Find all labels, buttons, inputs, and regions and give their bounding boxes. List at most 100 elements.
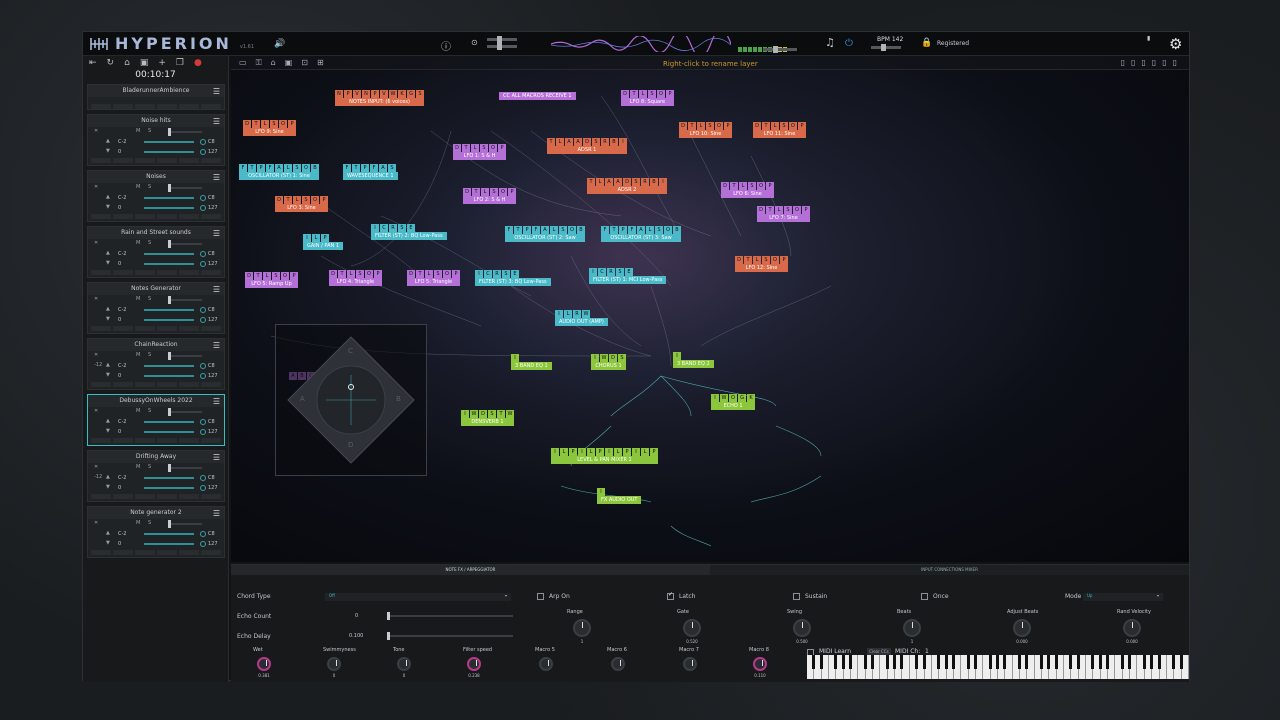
piano-key[interactable] <box>1115 655 1125 679</box>
module-pin[interactable]: R <box>601 138 609 146</box>
module-label[interactable]: GAIN / PAN 1 <box>303 242 343 250</box>
piano-key[interactable] <box>1071 655 1081 679</box>
piano-key[interactable] <box>991 655 1000 679</box>
note-low[interactable]: C-2 <box>118 251 126 257</box>
layer-btn[interactable] <box>91 158 111 163</box>
module-pin[interactable]: I <box>475 270 483 278</box>
module-pin[interactable]: P <box>257 164 265 172</box>
note-range-slider[interactable] <box>144 421 194 423</box>
module-pin[interactable]: P <box>320 196 328 204</box>
module-pin[interactable]: P <box>766 182 774 190</box>
module-pin[interactable]: L <box>347 270 355 278</box>
module-pin[interactable]: F <box>628 226 636 234</box>
layer-btn[interactable] <box>201 438 221 443</box>
module-pin[interactable]: L <box>697 122 705 130</box>
layer-btn[interactable] <box>157 158 177 163</box>
mute-icon[interactable]: M <box>136 352 140 358</box>
module-pin[interactable]: G <box>407 90 415 98</box>
patch-canvas[interactable]: ▭ ⚿ ⌂ ▣ ⊡ ⊞ Right-click to rename layer … <box>231 56 1189 562</box>
vel-high[interactable]: 127 <box>208 485 218 491</box>
piano-key[interactable] <box>1020 655 1029 679</box>
note-knob[interactable] <box>200 475 206 481</box>
velocity-knob[interactable] <box>200 485 206 491</box>
velocity-range-slider[interactable] <box>144 375 194 377</box>
module-pin[interactable]: A <box>614 178 622 186</box>
module-label[interactable]: OSCILLATOR (ST) 1: Sine <box>239 172 319 180</box>
note-range-slider[interactable] <box>144 365 194 367</box>
layer-name[interactable]: Noise hits <box>88 115 224 127</box>
layer-btn[interactable] <box>179 158 199 163</box>
close-icon[interactable]: ✕ <box>94 128 98 134</box>
layer-name[interactable]: BladerunnerAmbience <box>88 85 224 97</box>
velocity-knob[interactable] <box>200 541 206 547</box>
piano-key[interactable] <box>998 655 1007 679</box>
layer-name[interactable]: Drifting Away <box>88 451 224 463</box>
close-icon[interactable]: ✕ <box>94 520 98 526</box>
note-knob[interactable] <box>200 251 206 257</box>
module-pin[interactable]: O <box>757 182 765 190</box>
module-pin[interactable]: O <box>279 120 287 128</box>
layer-card[interactable]: BladerunnerAmbience ☰ <box>87 84 225 110</box>
module-pin[interactable]: D <box>735 256 743 264</box>
gear-icon[interactable]: ⚙ <box>1169 35 1182 53</box>
module-pin[interactable]: P <box>724 122 732 130</box>
module-pin[interactable]: R <box>573 310 581 318</box>
module-pin[interactable]: P <box>619 226 627 234</box>
module-node[interactable]: DTLSOP LFO 1: S & H <box>453 144 506 160</box>
layer-btn[interactable] <box>91 270 111 275</box>
module-pin[interactable]: C <box>484 270 492 278</box>
module-pin[interactable]: A <box>379 164 387 172</box>
module-node[interactable]: DTLSOP LFO 9: Sine <box>243 120 296 136</box>
layer-transpose[interactable]: -12 <box>94 474 102 480</box>
layer-volume-slider[interactable] <box>168 352 202 360</box>
layer-btn[interactable] <box>113 494 133 499</box>
module-pin[interactable]: S <box>784 206 792 214</box>
layer-btn[interactable] <box>135 438 155 443</box>
bpm-slider[interactable] <box>871 44 901 51</box>
menu-icon[interactable]: ☰ <box>213 453 220 462</box>
module-pin[interactable]: D <box>275 196 283 204</box>
layer-btn[interactable] <box>201 158 221 163</box>
duplicate-icon[interactable]: ❐ <box>176 58 184 68</box>
layer-card[interactable]: Noises ☰ ✕ M S ▲ C-2 C8 ▼ 0 127 <box>87 170 225 222</box>
module-pin[interactable]: D <box>407 270 415 278</box>
piano-key[interactable] <box>1013 655 1022 679</box>
module-pin[interactable]: D <box>757 206 765 214</box>
layer-btn[interactable] <box>179 270 199 275</box>
module-pin[interactable]: R <box>389 224 397 232</box>
layer-btn[interactable] <box>201 214 221 219</box>
module-pin[interactable]: O <box>499 188 507 196</box>
layer-btn[interactable] <box>201 382 221 387</box>
piano-key[interactable] <box>1101 655 1110 679</box>
module-pin[interactable]: P <box>508 188 516 196</box>
piano-key[interactable] <box>1182 655 1189 679</box>
module-pin[interactable]: P <box>780 256 788 264</box>
module-label[interactable]: LFO 3: Sine <box>275 204 328 212</box>
module-pin[interactable]: N <box>362 90 370 98</box>
module-pin[interactable]: W <box>582 310 590 318</box>
velocity-range-slider[interactable] <box>144 487 194 489</box>
piano-key[interactable] <box>969 655 978 679</box>
module-label[interactable]: LFO 11: Sine <box>753 130 806 138</box>
module-pin[interactable]: A <box>637 226 645 234</box>
module-pin[interactable]: W <box>470 410 478 418</box>
module-label[interactable]: LFO 2: S & H <box>463 196 516 204</box>
piano-key[interactable] <box>1049 655 1059 679</box>
module-pin[interactable]: S <box>632 178 640 186</box>
vel-high[interactable]: 127 <box>208 429 218 435</box>
clear-ccs-button[interactable]: Clear CCs <box>867 648 891 655</box>
velocity-knob[interactable] <box>200 149 206 155</box>
layer-btn[interactable] <box>91 438 111 443</box>
record-icon[interactable]: ● <box>194 58 202 68</box>
macro-knob[interactable] <box>257 657 271 671</box>
module-pin[interactable]: P <box>569 448 577 456</box>
vel-low[interactable]: 0 <box>118 541 121 547</box>
module-pin[interactable]: P <box>596 448 604 456</box>
module-pin[interactable]: V <box>353 90 361 98</box>
layer-btn[interactable] <box>113 158 133 163</box>
note-low[interactable]: C-2 <box>118 139 126 145</box>
note-high[interactable]: C8 <box>208 251 215 257</box>
module-pin[interactable]: P <box>344 90 352 98</box>
module-pin[interactable]: E <box>625 268 633 276</box>
module-pin[interactable]: O <box>729 394 737 402</box>
